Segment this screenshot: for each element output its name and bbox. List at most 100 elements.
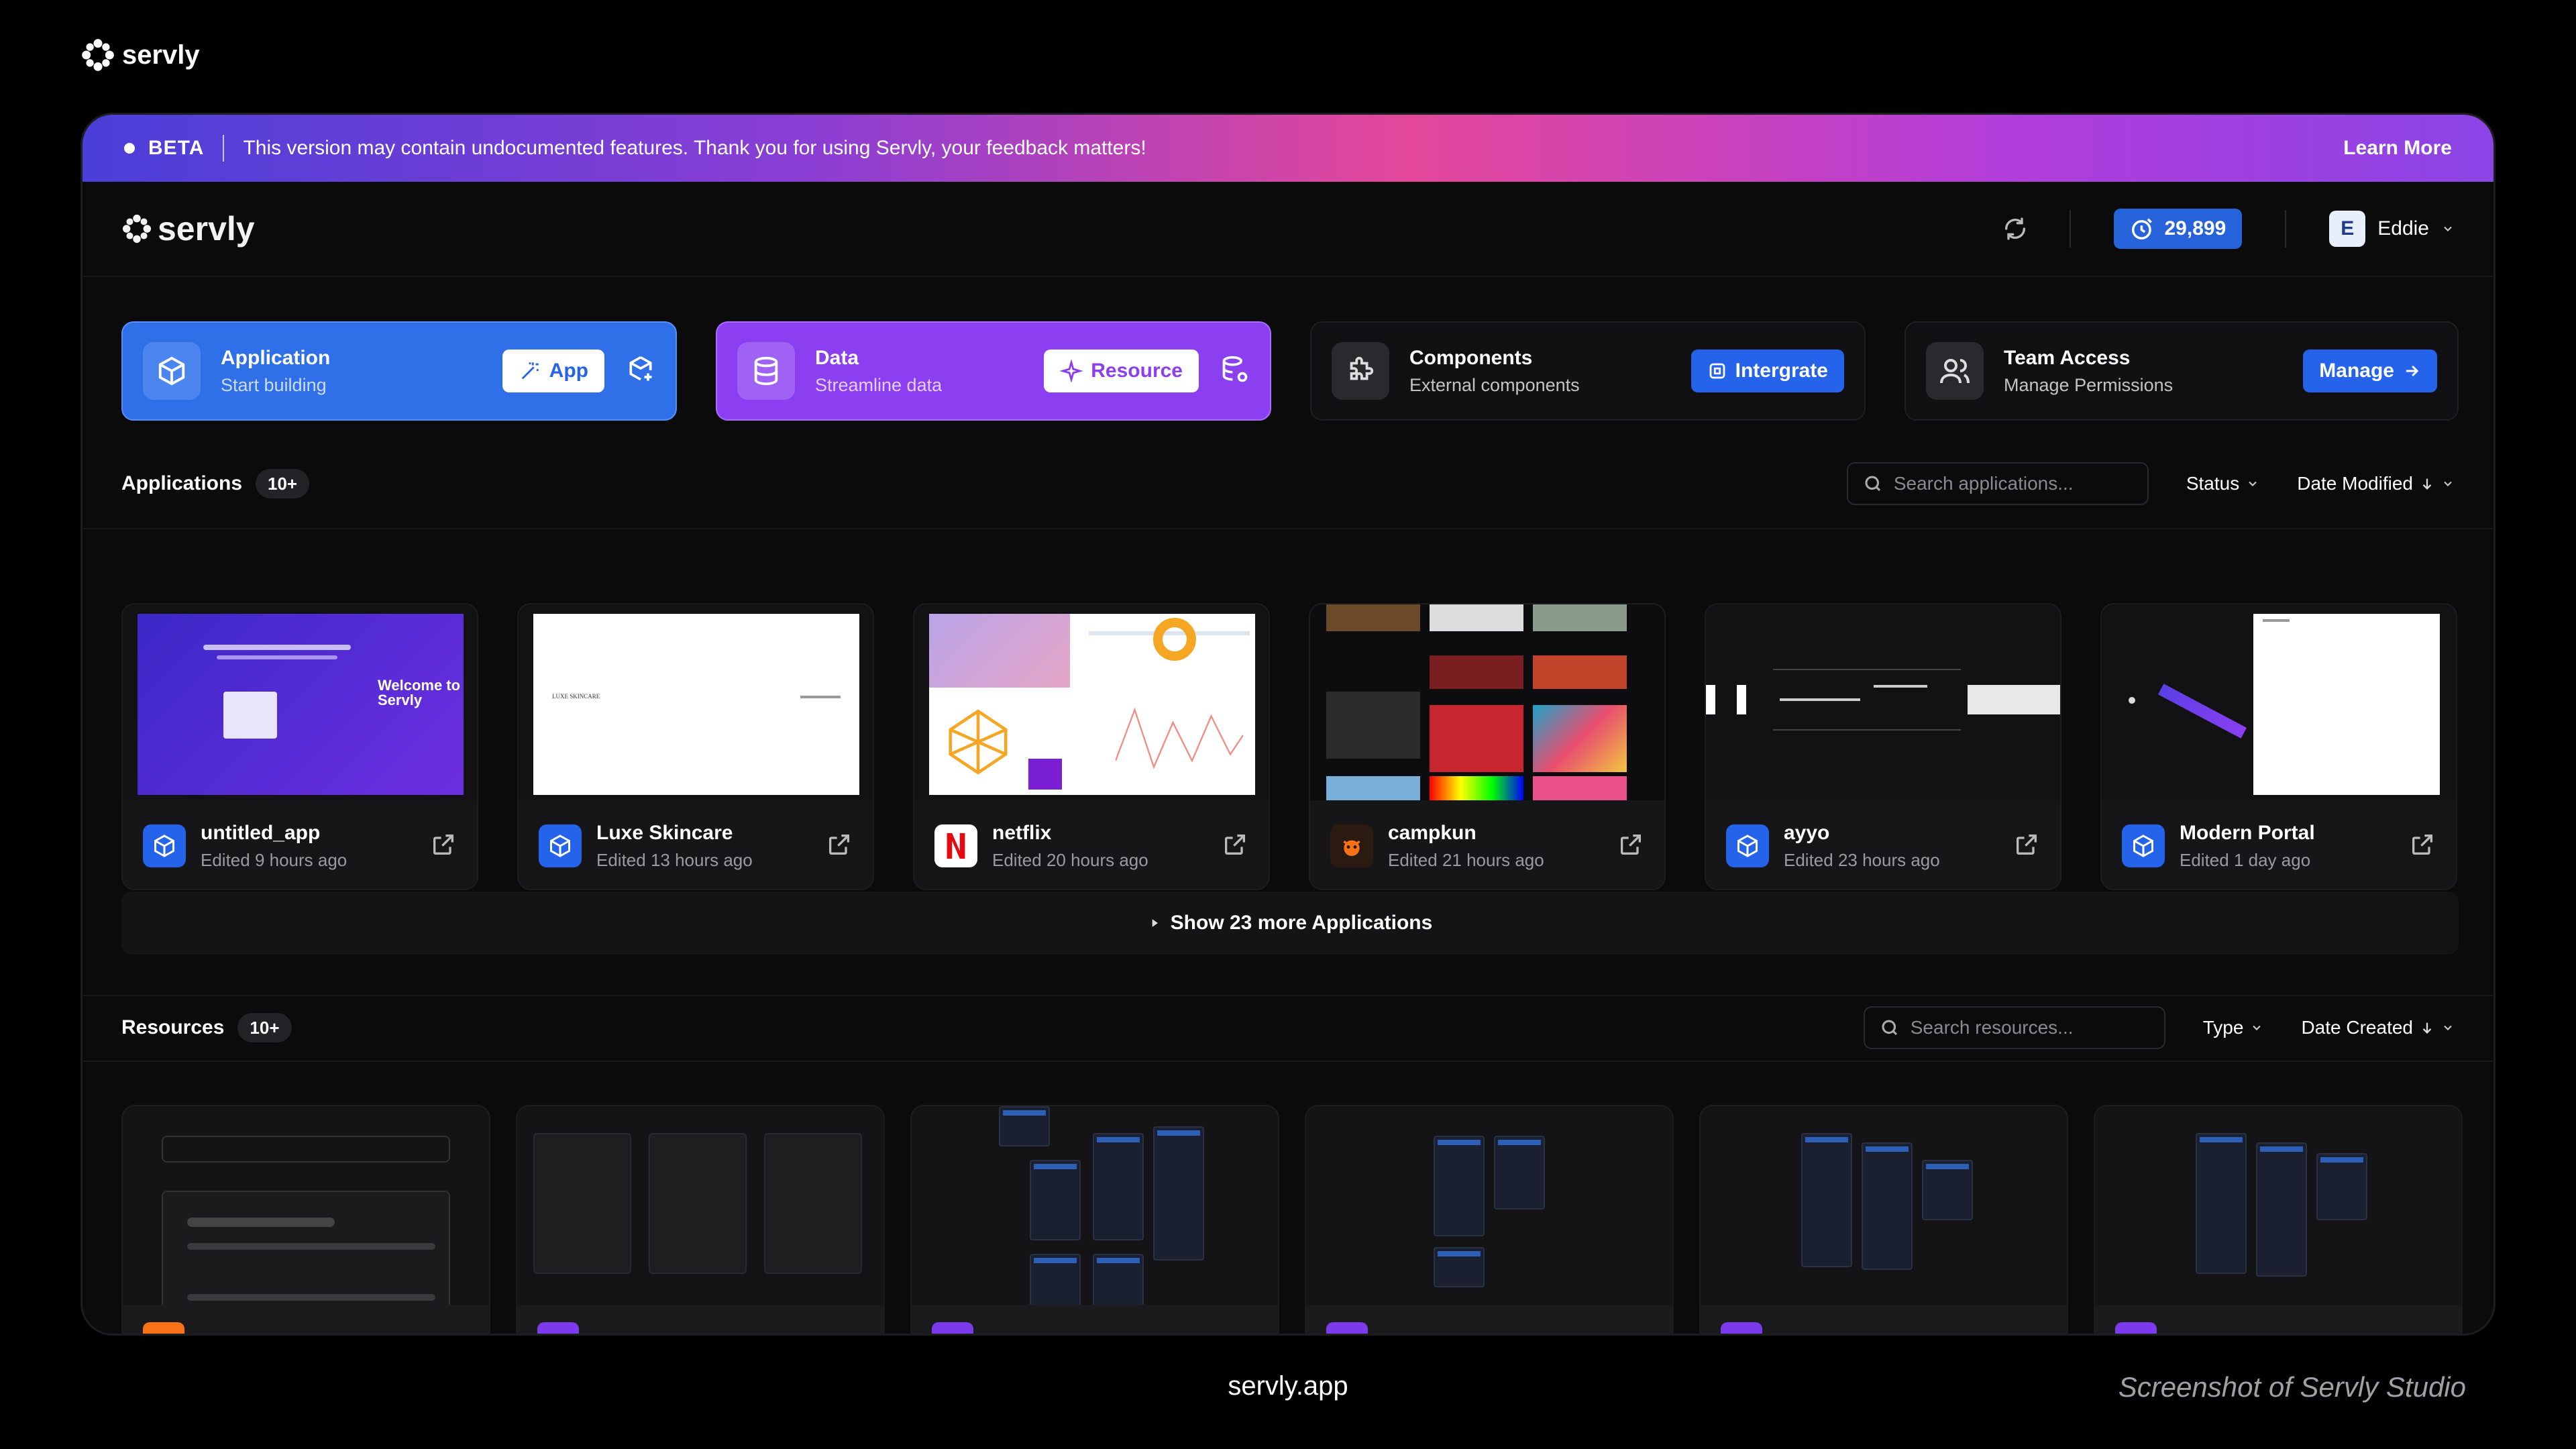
- external-link-icon: [2017, 834, 2037, 855]
- beta-message: This version may contain undocumented fe…: [243, 137, 1146, 159]
- resources-sort-label: Date Created: [2301, 1017, 2413, 1038]
- resource-card[interactable]: [516, 1105, 885, 1334]
- type-filter-label: Type: [2202, 1017, 2244, 1038]
- quick-card-subtitle: External components: [1409, 374, 1580, 395]
- open-external-button[interactable]: [826, 831, 853, 861]
- top-bar: servly 29,899 E Eddie: [83, 182, 2493, 277]
- new-app-button-label: App: [549, 360, 588, 382]
- beta-banner: BETA This version may contain undocument…: [83, 115, 2493, 182]
- quick-card-subtitle: Start building: [221, 374, 327, 395]
- refresh-icon: [2004, 217, 2025, 240]
- refresh-button[interactable]: [1998, 212, 2032, 246]
- campkun-logo-icon: [1330, 824, 1373, 867]
- quick-card-data[interactable]: Data Streamline data Resource: [716, 321, 1271, 421]
- search-placeholder: Search resources...: [1910, 1017, 2074, 1038]
- external-link-icon: [1621, 834, 1641, 855]
- import-app-button[interactable]: [626, 355, 655, 388]
- open-external-button[interactable]: [430, 831, 457, 861]
- quick-card-title: Team Access: [2004, 346, 2131, 369]
- cube-icon: [143, 342, 201, 400]
- app-edited: Edited 21 hours ago: [1388, 849, 1544, 870]
- resources-sort-dropdown[interactable]: Date Created: [2301, 1017, 2455, 1038]
- sort-dropdown[interactable]: Date Modified: [2297, 473, 2455, 494]
- topbar-divider: [2285, 210, 2287, 248]
- app-card-campkun[interactable]: campkun Edited 21 hours ago: [1309, 603, 1666, 890]
- applications-title: Applications: [121, 472, 243, 494]
- cube-icon: [2122, 824, 2165, 867]
- cube-plus-icon: [629, 356, 652, 380]
- integrate-button[interactable]: Intergrate: [1690, 350, 1844, 392]
- cube-icon: [539, 824, 582, 867]
- external-link-icon: [1225, 834, 1245, 855]
- outer-brand-text: servly: [122, 40, 200, 70]
- quick-card-application[interactable]: Application Start building App: [121, 321, 677, 421]
- cube-icon: [1726, 824, 1769, 867]
- outer-brand-logo: servly: [80, 38, 200, 72]
- sort-label: Date Modified: [2297, 473, 2413, 494]
- resource-card[interactable]: [910, 1105, 1279, 1334]
- search-placeholder: Search applications...: [1893, 473, 2074, 494]
- external-link-icon: [433, 834, 453, 855]
- chevron-down-icon: [2444, 1025, 2452, 1030]
- servly-logo-icon: [82, 39, 114, 71]
- database-settings-button[interactable]: [1220, 355, 1250, 388]
- quick-card-title: Components: [1409, 346, 1533, 369]
- open-external-button[interactable]: [2013, 831, 2040, 861]
- integrate-icon: [1709, 363, 1725, 379]
- beta-tag: BETA: [148, 137, 205, 159]
- app-thumbnail-text: Welcome to Servly: [378, 677, 461, 708]
- new-resource-button[interactable]: Resource: [1044, 350, 1199, 392]
- user-menu[interactable]: E Eddie: [2329, 211, 2455, 247]
- cube-icon: [143, 824, 186, 867]
- quick-card-subtitle: Streamline data: [815, 374, 943, 395]
- quick-card-components[interactable]: Components External components Intergrat…: [1310, 321, 1866, 421]
- status-filter-label: Status: [2186, 473, 2240, 494]
- type-filter-dropdown[interactable]: Type: [2203, 1017, 2264, 1038]
- new-app-button[interactable]: App: [502, 350, 604, 392]
- applications-search-input[interactable]: Search applications...: [1846, 462, 2149, 505]
- app-card-modern-portal[interactable]: Modern Portal Edited 1 day ago: [2100, 603, 2457, 890]
- new-resource-button-label: Resource: [1091, 360, 1183, 382]
- open-external-button[interactable]: [1617, 831, 1644, 861]
- topbar-divider: [2069, 210, 2071, 248]
- open-external-button[interactable]: [2409, 831, 2436, 861]
- resource-card[interactable]: [1699, 1105, 2068, 1334]
- puzzle-icon: [1332, 342, 1389, 400]
- credits-badge[interactable]: 29,899: [2113, 209, 2243, 249]
- app-card-netflix[interactable]: netflix Edited 20 hours ago: [913, 603, 1270, 890]
- studio-logo-text: servly: [158, 210, 255, 248]
- learn-more-link[interactable]: Learn More: [2343, 137, 2452, 160]
- studio-logo[interactable]: servly: [121, 209, 1998, 248]
- users-icon: [1926, 342, 1984, 400]
- resources-search-input[interactable]: Search resources...: [1863, 1006, 2165, 1049]
- resource-card[interactable]: [1305, 1105, 1674, 1334]
- app-edited: Edited 20 hours ago: [992, 849, 1148, 870]
- caret-right-icon: [1152, 919, 1158, 927]
- app-card-luxe-skincare[interactable]: LUXE SKINCARE Luxe Skincare Edited 13 ho…: [517, 603, 874, 890]
- app-thumbnail: [2102, 604, 2456, 800]
- beta-divider: [223, 135, 225, 162]
- app-card-untitled-app[interactable]: Welcome to Servly untitled_app Edited 9 …: [121, 603, 478, 890]
- app-edited: Edited 9 hours ago: [201, 849, 347, 870]
- app-name: Luxe Skincare: [596, 821, 733, 844]
- external-link-icon: [2412, 834, 2432, 855]
- app-name: Modern Portal: [2180, 821, 2315, 844]
- quick-card-title: Application: [221, 346, 331, 369]
- status-filter-dropdown[interactable]: Status: [2186, 473, 2259, 494]
- manage-button[interactable]: Manage: [2303, 350, 2437, 392]
- resources-title: Resources: [121, 1016, 225, 1038]
- app-edited: Edited 13 hours ago: [596, 849, 753, 870]
- section-divider: [83, 1061, 2493, 1062]
- app-thumbnail: Welcome to Servly: [123, 604, 477, 800]
- studio-window: BETA This version may contain undocument…: [80, 113, 2496, 1336]
- applications-header: Applications 10+ Search applications... …: [83, 462, 2493, 505]
- chevron-down-icon: [2253, 1025, 2261, 1030]
- app-card-ayyo[interactable]: ayyo Edited 23 hours ago: [1705, 603, 2061, 890]
- quick-card-team-access[interactable]: Team Access Manage Permissions Manage: [1904, 321, 2459, 421]
- resources-header: Resources 10+ Search resources... Type D…: [83, 995, 2493, 1061]
- app-thumbnail: [1706, 604, 2060, 800]
- show-more-applications-button[interactable]: Show 23 more Applications: [121, 892, 2459, 955]
- resource-card[interactable]: [121, 1105, 490, 1334]
- open-external-button[interactable]: [1222, 831, 1248, 861]
- resource-card[interactable]: [2094, 1105, 2463, 1334]
